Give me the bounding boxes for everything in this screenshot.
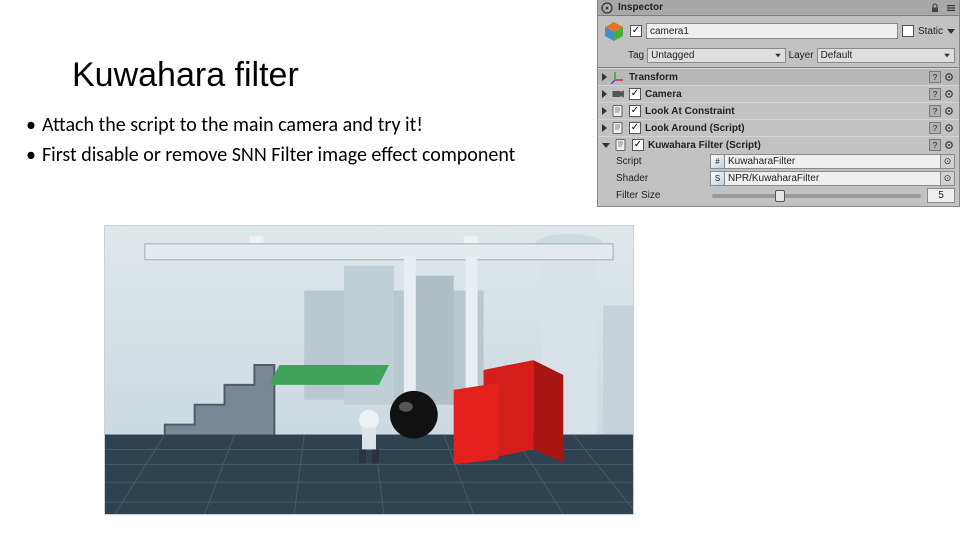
chevron-down-icon [944, 54, 950, 58]
inspector-titlebar[interactable]: Inspector [598, 0, 959, 16]
component-look-at-constraint[interactable]: Look At Constraint ? [598, 102, 959, 119]
help-icon[interactable]: ? [929, 122, 941, 134]
script-icon [614, 138, 628, 152]
foldout-icon[interactable] [602, 90, 607, 98]
property-label: Script [616, 156, 706, 167]
layer-dropdown[interactable]: Default [817, 48, 955, 63]
slider-thumb[interactable] [775, 190, 785, 202]
script-icon [611, 121, 625, 135]
script-file-icon: # [711, 155, 725, 169]
property-script: Script # KuwaharaFilter ⊙ [598, 153, 959, 170]
script-icon [611, 104, 625, 118]
help-icon[interactable]: ? [929, 71, 941, 83]
component-camera[interactable]: Camera ? [598, 85, 959, 102]
chevron-down-icon [775, 54, 781, 58]
component-enabled-checkbox[interactable] [629, 122, 641, 134]
static-label: Static [918, 26, 943, 37]
tag-dropdown[interactable]: Untagged [647, 48, 785, 63]
component-enabled-checkbox[interactable] [629, 105, 641, 117]
foldout-icon[interactable] [602, 73, 607, 81]
shader-object-field[interactable]: S NPR/KuwaharaFilter ⊙ [710, 171, 955, 186]
object-name-input[interactable]: camera1 [646, 23, 898, 39]
component-look-around[interactable]: Look Around (Script) ? [598, 119, 959, 136]
help-icon[interactable]: ? [929, 139, 941, 151]
bullet-text: First disable or remove SNN Filter image… [42, 142, 515, 168]
panel-menu-icon[interactable] [945, 2, 957, 14]
foldout-icon[interactable] [602, 124, 607, 132]
component-label: Transform [629, 72, 925, 83]
bullet-list: • Attach the script to the main camera a… [24, 112, 515, 172]
foldout-icon[interactable] [602, 143, 610, 148]
component-enabled-checkbox[interactable] [632, 139, 644, 151]
tag-value: Untagged [651, 50, 694, 61]
layer-label: Layer [789, 50, 814, 61]
foldout-icon[interactable] [602, 107, 607, 115]
static-checkbox[interactable] [902, 25, 914, 37]
lock-icon[interactable] [929, 2, 941, 14]
gameobject-cube-icon[interactable] [602, 19, 626, 43]
slide-title: Kuwahara filter [72, 56, 299, 95]
game-view-screenshot [104, 225, 634, 515]
object-picker-icon[interactable]: ⊙ [940, 172, 954, 185]
object-picker-icon[interactable]: ⊙ [940, 155, 954, 168]
gameobject-header: camera1 Static [598, 16, 959, 46]
component-label: Camera [645, 89, 925, 100]
inspector-tab-label: Inspector [618, 2, 663, 13]
property-label: Shader [616, 173, 706, 184]
filter-size-value: 5 [938, 190, 944, 201]
camera-icon [611, 87, 625, 101]
gear-icon[interactable] [943, 88, 955, 100]
active-checkbox[interactable] [630, 25, 642, 37]
transform-icon [611, 70, 625, 84]
script-object-field[interactable]: # KuwaharaFilter ⊙ [710, 154, 955, 169]
tag-label: Tag [628, 50, 644, 61]
shader-file-icon: S [711, 172, 725, 186]
gear-icon[interactable] [943, 139, 955, 151]
script-value: KuwaharaFilter [725, 156, 940, 167]
help-icon[interactable]: ? [929, 88, 941, 100]
bullet-dot: • [24, 112, 36, 138]
gear-icon[interactable] [943, 71, 955, 83]
gear-icon[interactable] [943, 105, 955, 117]
property-label: Filter Size [616, 190, 706, 201]
static-dropdown-icon[interactable] [947, 29, 955, 34]
component-label: Kuwahara Filter (Script) [648, 140, 925, 151]
inspector-panel: Inspector camera1 Static [597, 0, 960, 207]
component-transform[interactable]: Transform ? [598, 68, 959, 85]
layer-value: Default [821, 50, 853, 61]
object-name-text: camera1 [650, 26, 689, 37]
shader-value: NPR/KuwaharaFilter [725, 173, 940, 184]
filter-size-slider[interactable] [712, 194, 921, 198]
property-shader: Shader S NPR/KuwaharaFilter ⊙ [598, 170, 959, 187]
component-label: Look Around (Script) [645, 123, 925, 134]
bullet-text: Attach the script to the main camera and… [42, 112, 423, 138]
inspector-icon [600, 1, 614, 15]
component-kuwahara-filter[interactable]: Kuwahara Filter (Script) ? [598, 136, 959, 153]
component-enabled-checkbox[interactable] [629, 88, 641, 100]
help-icon[interactable]: ? [929, 105, 941, 117]
bullet-dot: • [24, 142, 36, 168]
component-label: Look At Constraint [645, 106, 925, 117]
property-filter-size: Filter Size 5 [598, 187, 959, 206]
gear-icon[interactable] [943, 122, 955, 134]
filter-size-input[interactable]: 5 [927, 188, 955, 203]
